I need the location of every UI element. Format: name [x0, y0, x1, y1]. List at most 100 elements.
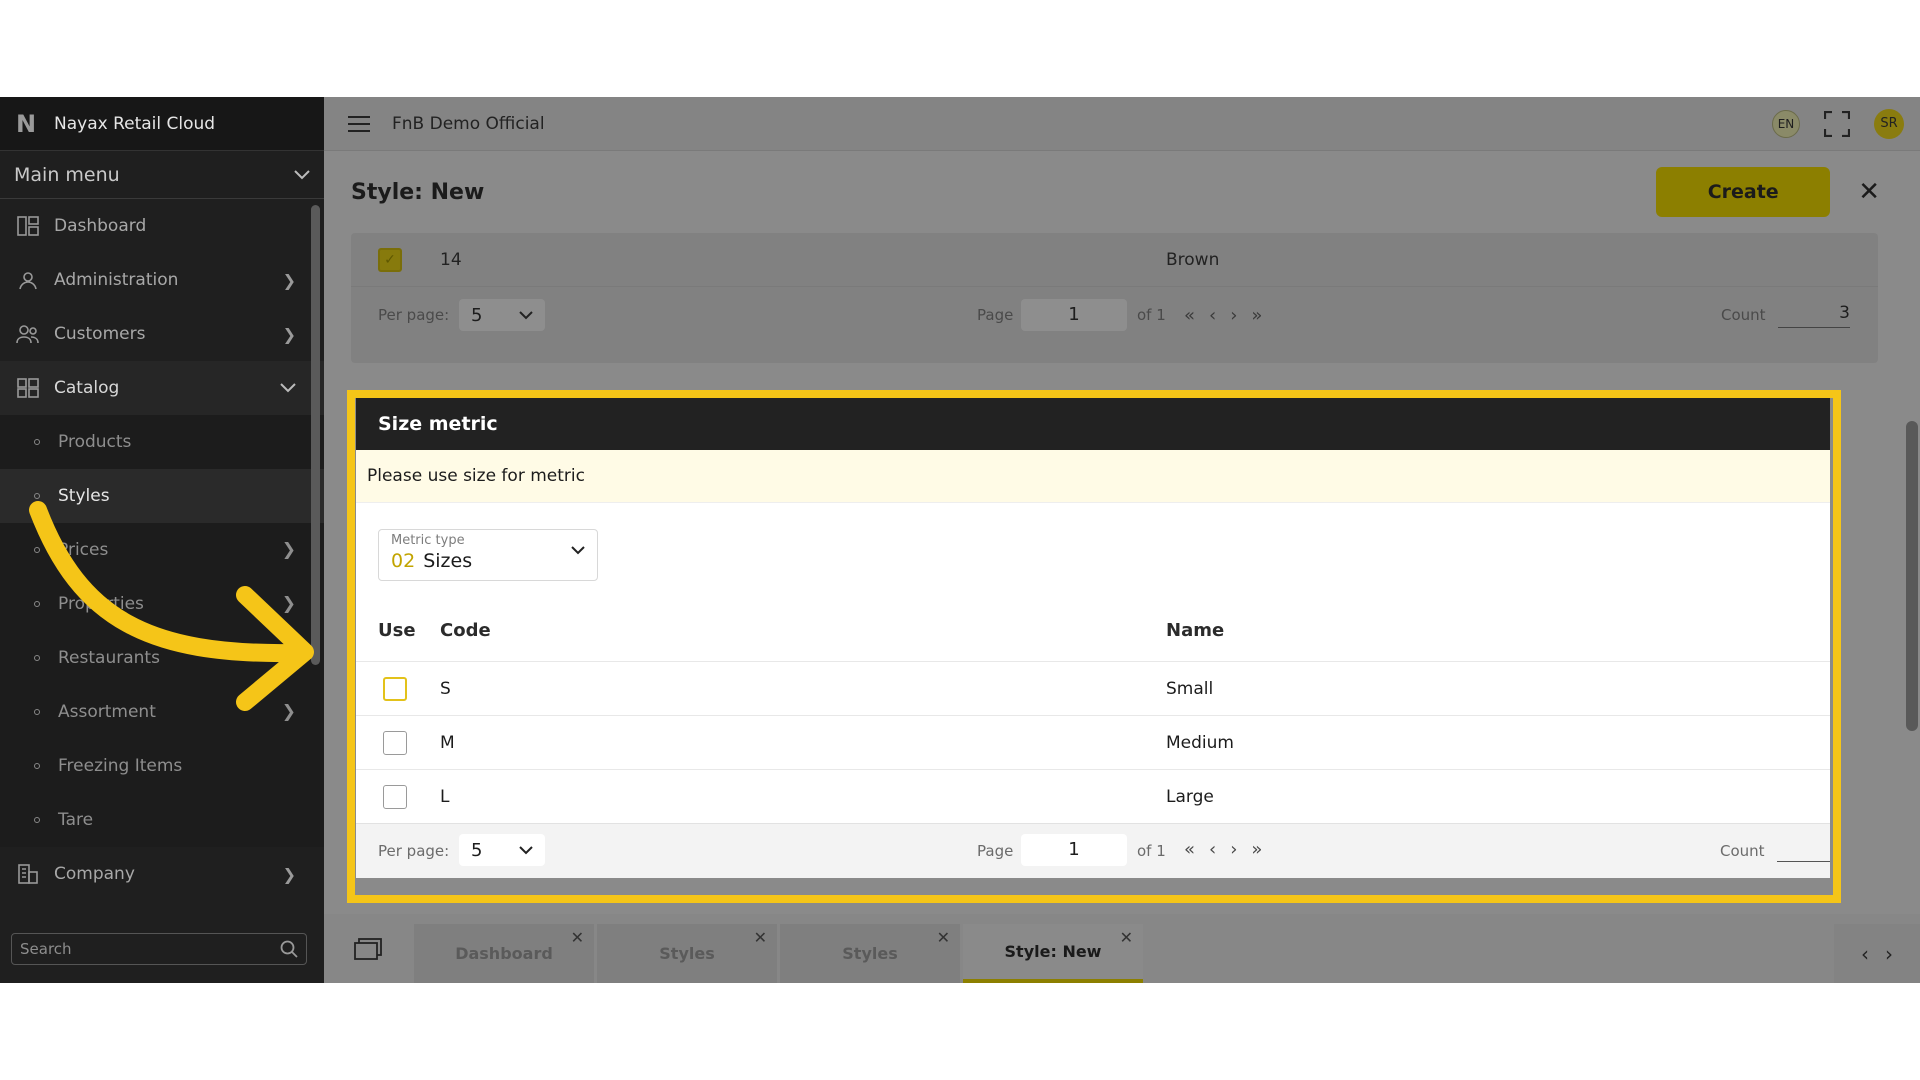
prev-page-icon[interactable]: ‹: [1209, 839, 1216, 860]
last-page-icon[interactable]: »: [1251, 839, 1262, 860]
first-page-icon[interactable]: «: [1184, 839, 1195, 860]
tab-scroll-controls: ‹ ›: [1834, 924, 1920, 983]
sidebar-item-catalog[interactable]: Catalog: [0, 361, 324, 415]
use-checkbox[interactable]: [383, 784, 407, 809]
per-page-select[interactable]: 5: [459, 299, 545, 331]
bullet-icon: [34, 655, 40, 661]
fullscreen-icon[interactable]: [1824, 110, 1850, 137]
bullet-icon: [34, 493, 40, 499]
next-page-icon[interactable]: ›: [1230, 305, 1237, 326]
count-value: 3: [1778, 303, 1850, 328]
table-row: L Large: [356, 769, 1830, 823]
sidebar-subitem-label: Styles: [58, 486, 110, 506]
row-name: Large: [1166, 786, 1214, 807]
row-code: M: [440, 732, 455, 753]
bullet-icon: [34, 763, 40, 769]
row-code: S: [440, 678, 451, 699]
row-name: Small: [1166, 678, 1214, 699]
close-tab-icon[interactable]: ✕: [937, 928, 950, 947]
page-scrollbar[interactable]: [1906, 421, 1918, 731]
sidebar-item-label: Company: [54, 864, 135, 884]
row-name: Medium: [1166, 732, 1234, 753]
row-code: L: [440, 786, 450, 807]
windows-icon[interactable]: [354, 938, 382, 960]
nayax-logo: N: [16, 109, 37, 138]
tab-dashboard[interactable]: Dashboard ✕: [414, 924, 594, 983]
size-metric-panel: Size metric Please use size for metric M…: [356, 398, 1830, 878]
sidebar-scrollbar[interactable]: [311, 205, 320, 665]
sidebar-subitem-products[interactable]: Products: [0, 415, 324, 469]
sidebar: N Nayax Retail Cloud Main menu Dashboard…: [0, 97, 324, 983]
table-row: S Small: [356, 661, 1830, 715]
page-navigation: « ‹ › »: [1184, 305, 1262, 326]
sidebar-subitem-styles[interactable]: Styles: [0, 469, 324, 523]
page-input[interactable]: 1: [1021, 834, 1127, 866]
bullet-icon: [34, 439, 40, 445]
use-checkbox[interactable]: [383, 730, 407, 755]
tab-scroll-left-icon[interactable]: ‹: [1861, 942, 1869, 966]
sidebar-item-dashboard[interactable]: Dashboard: [0, 199, 324, 253]
column-header-name: Name: [1166, 620, 1225, 641]
sidebar-subitem-label: Restaurants: [58, 648, 160, 668]
chevron-right-icon: ❯: [282, 324, 296, 344]
sidebar-subitem-prices[interactable]: Prices ❯: [0, 523, 324, 577]
sidebar-item-customers[interactable]: Customers ❯: [0, 307, 324, 361]
use-checkbox[interactable]: [383, 676, 407, 701]
tab-label: Style: New: [1004, 942, 1102, 961]
chevron-down-icon: [294, 169, 310, 179]
page-label: Page: [977, 306, 1014, 324]
close-tab-icon[interactable]: ✕: [571, 928, 584, 947]
tab-bar: Dashboard ✕ Styles ✕ Styles ✕ Style: New ✕ ‹…: [324, 914, 1920, 983]
sidebar-item-label: Dashboard: [54, 216, 147, 236]
language-button[interactable]: EN: [1772, 109, 1800, 138]
chevron-right-icon: ❯: [281, 540, 296, 560]
page-total: of 1: [1137, 842, 1166, 860]
tab-style-new[interactable]: Style: New ✕: [963, 924, 1143, 983]
count-label: Count: [1720, 842, 1765, 860]
last-page-icon[interactable]: »: [1251, 305, 1262, 326]
sidebar-item-label: Administration: [54, 270, 179, 290]
prev-page-icon[interactable]: ‹: [1209, 305, 1216, 326]
sidebar-subitem-properties[interactable]: Properties ❯: [0, 577, 324, 631]
page-total: of 1: [1137, 306, 1166, 324]
workspace-title: FnB Demo Official: [392, 113, 545, 134]
colors-table-card: ✓ 14 Brown Per page: 5 Page 1 of 1 « ‹ ›…: [351, 233, 1878, 363]
create-button[interactable]: Create: [1656, 167, 1831, 217]
sidebar-subitem-label: Prices: [58, 540, 109, 560]
user-avatar[interactable]: SR: [1874, 108, 1904, 139]
close-tab-icon[interactable]: ✕: [1120, 928, 1133, 947]
per-page-label: Per page:: [378, 842, 450, 860]
sidebar-search-input[interactable]: Search: [11, 933, 307, 965]
column-header-code: Code: [440, 620, 491, 641]
chevron-right-icon: ❯: [282, 864, 296, 884]
page-input[interactable]: 1: [1021, 299, 1127, 331]
chevron-right-icon: ❯: [281, 594, 296, 614]
sidebar-item-administration[interactable]: Administration ❯: [0, 253, 324, 307]
per-page-select[interactable]: 5: [459, 834, 545, 866]
first-page-icon[interactable]: «: [1184, 305, 1195, 326]
tab-styles-2[interactable]: Styles ✕: [780, 924, 960, 983]
use-checkbox[interactable]: ✓: [378, 247, 402, 272]
close-tab-icon[interactable]: ✕: [754, 928, 767, 947]
chevron-right-icon: ❯: [282, 270, 296, 290]
metric-type-label: Sizes: [423, 550, 473, 572]
tab-label: Styles: [842, 944, 898, 963]
close-icon[interactable]: ✕: [1858, 177, 1880, 207]
sidebar-subitem-label: Freezing Items: [58, 756, 183, 776]
bullet-icon: [34, 601, 40, 607]
page-navigation: « ‹ › »: [1184, 839, 1262, 860]
sidebar-item-company[interactable]: Company ❯: [0, 847, 324, 901]
main-menu-toggle[interactable]: Main menu: [0, 151, 324, 199]
sidebar-subitem-tare[interactable]: Tare: [0, 793, 324, 847]
hamburger-menu-icon[interactable]: [348, 115, 370, 132]
sidebar-subitem-freezing-items[interactable]: Freezing Items: [0, 739, 324, 793]
next-page-icon[interactable]: ›: [1230, 839, 1237, 860]
sidebar-subitem-restaurants[interactable]: Restaurants: [0, 631, 324, 685]
metric-type-select[interactable]: Metric type 02 Sizes: [378, 529, 598, 581]
tab-scroll-right-icon[interactable]: ›: [1885, 942, 1893, 966]
page-header: Style: New Create ✕: [324, 151, 1920, 233]
tab-styles[interactable]: Styles ✕: [597, 924, 777, 983]
sidebar-subitem-assortment[interactable]: Assortment ❯: [0, 685, 324, 739]
sidebar-subitem-label: Products: [58, 432, 132, 452]
table-row: ✓ 14 Brown: [351, 233, 1878, 287]
